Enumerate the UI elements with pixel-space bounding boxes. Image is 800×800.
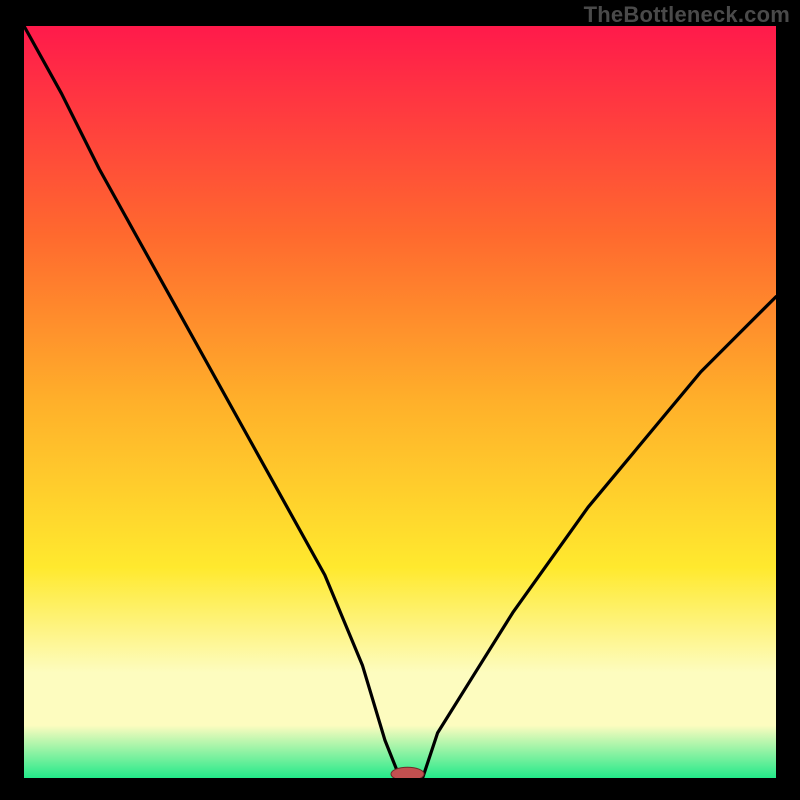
watermark-text: TheBottleneck.com: [584, 2, 790, 28]
bottleneck-chart-svg: [24, 26, 776, 778]
plot-area: [24, 26, 776, 778]
min-marker: [391, 767, 424, 778]
chart-frame: TheBottleneck.com: [0, 0, 800, 800]
gradient-background: [24, 26, 776, 778]
